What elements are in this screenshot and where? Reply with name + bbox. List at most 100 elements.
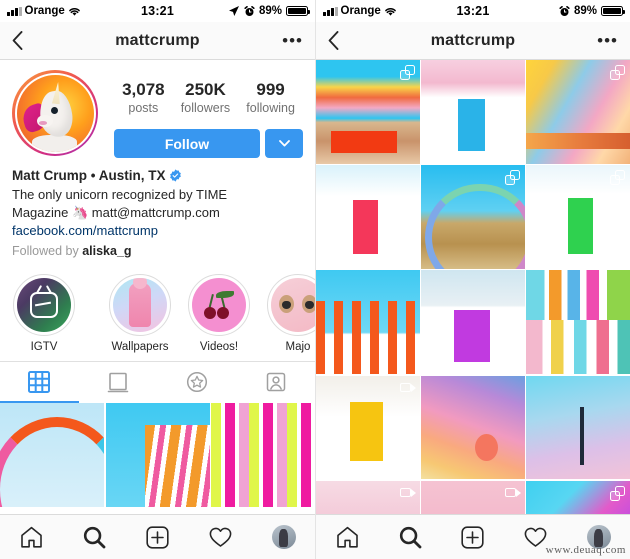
- tab-list[interactable]: [79, 362, 158, 403]
- nav-bar: mattcrump •••: [316, 22, 630, 60]
- back-button[interactable]: [12, 31, 38, 50]
- igtv-icon: [30, 291, 58, 318]
- grid-cell[interactable]: [526, 375, 630, 480]
- status-bar-left: Orange: [7, 5, 141, 17]
- stat-followers[interactable]: 250K followers: [181, 80, 230, 116]
- wifi-icon: [68, 7, 80, 16]
- followed-by-user[interactable]: aliska_g: [82, 244, 131, 258]
- highlight-major[interactable]: Majo: [267, 273, 315, 353]
- back-button[interactable]: [328, 31, 354, 50]
- page-title: mattcrump: [430, 31, 516, 49]
- grid-cell[interactable]: [316, 165, 420, 269]
- grid-cell[interactable]: [421, 165, 525, 269]
- followed-by-row: Followed by aliska_g: [12, 243, 303, 261]
- grid-cell[interactable]: [0, 402, 104, 507]
- grid-cell[interactable]: [526, 165, 630, 269]
- status-bar: Orange 13:21 89%: [0, 0, 315, 22]
- carousel-icon: [609, 485, 625, 501]
- stat-posts[interactable]: 3,078 posts: [122, 80, 165, 116]
- chevron-left-icon: [328, 31, 339, 50]
- post-thumbnail: [421, 270, 525, 375]
- grid-cell[interactable]: [105, 402, 210, 507]
- highlight-label: Videos!: [199, 340, 239, 353]
- highlight-ring: [267, 273, 315, 336]
- tab-profile[interactable]: [262, 515, 306, 559]
- grid-cell[interactable]: [421, 270, 525, 375]
- post-thumbnail: [526, 375, 630, 480]
- battery-percent-label: 89%: [573, 5, 598, 17]
- highlight-ring: [109, 273, 171, 336]
- video-icon: [504, 486, 521, 501]
- grid-cell[interactable]: [316, 375, 420, 480]
- person-tag-icon: [266, 372, 285, 392]
- grid-cell[interactable]: [526, 270, 630, 375]
- followed-by-prefix: Followed by: [12, 244, 83, 258]
- highlight-cover: [192, 277, 246, 332]
- suggestions-dropdown-button[interactable]: [265, 129, 303, 158]
- post-thumbnail: [316, 165, 420, 269]
- highlight-videos[interactable]: Videos!: [188, 273, 250, 353]
- post-thumbnail: [421, 60, 525, 164]
- tab-search[interactable]: [388, 515, 432, 559]
- tab-search[interactable]: [73, 515, 117, 559]
- avatar-image: [14, 72, 96, 154]
- tab-activity[interactable]: [514, 515, 558, 559]
- tab-tagged[interactable]: [236, 362, 315, 403]
- tab-saved[interactable]: [158, 362, 237, 403]
- carousel-icon: [504, 170, 520, 186]
- location-arrow-icon: [228, 6, 239, 16]
- following-label: following: [246, 101, 295, 115]
- clock-label: 13:21: [456, 4, 490, 18]
- highlight-wallpapers[interactable]: Wallpapers: [109, 273, 171, 353]
- follow-button[interactable]: Follow: [114, 129, 260, 158]
- grid-cell[interactable]: [316, 270, 420, 375]
- tab-grid[interactable]: [0, 362, 79, 403]
- grid-cell[interactable]: [421, 375, 525, 480]
- plus-box-icon: [461, 525, 485, 549]
- more-options-button[interactable]: •••: [592, 32, 618, 49]
- grid-cell[interactable]: [526, 60, 630, 164]
- posts-count: 3,078: [122, 80, 165, 99]
- igtv-antenna-icon: [37, 285, 51, 293]
- photo-grid-left: [0, 402, 315, 507]
- tab-activity[interactable]: [199, 515, 243, 559]
- bottom-tab-bar: [0, 514, 315, 559]
- search-icon: [399, 526, 422, 548]
- highlight-cover: [271, 277, 315, 332]
- profile-name-row: Matt Crump • Austin, TX: [12, 167, 303, 185]
- grid-cell[interactable]: [316, 60, 420, 164]
- bottom-tab-bar: [316, 514, 630, 559]
- avatar-icon: [586, 525, 611, 549]
- grid-cell[interactable]: [211, 402, 315, 507]
- unicorn-body: [31, 134, 77, 152]
- highlight-igtv[interactable]: IGTV: [13, 273, 75, 353]
- profile-website-link[interactable]: facebook.com/mattcrump: [12, 222, 303, 240]
- wallpaper-figure-icon: [129, 282, 151, 327]
- tab-home[interactable]: [10, 515, 54, 559]
- carrier-label: Orange: [24, 5, 65, 17]
- tab-create[interactable]: [451, 515, 495, 559]
- highlight-cover: [17, 277, 71, 332]
- action-button-row: Follow: [114, 129, 303, 158]
- avatar[interactable]: [12, 70, 98, 156]
- post-thumbnail: [211, 402, 315, 507]
- tab-profile[interactable]: [577, 515, 621, 559]
- alarm-clock-icon: [559, 5, 570, 16]
- right-phone-screen: Orange 13:21 89% mattcrump ••• www.deuaq…: [315, 0, 630, 559]
- tab-home[interactable]: [325, 515, 369, 559]
- carousel-icon: [399, 65, 415, 80]
- avatar-icon: [271, 525, 296, 549]
- grid-cell[interactable]: [421, 60, 525, 164]
- more-options-button[interactable]: •••: [277, 32, 303, 49]
- chevron-left-icon: [12, 31, 23, 50]
- verified-badge-icon: [170, 169, 182, 182]
- status-bar: Orange 13:21 89%: [316, 0, 630, 22]
- signal-bars-icon: [323, 6, 338, 16]
- post-thumbnail: [421, 375, 525, 480]
- profile-tabs: [0, 360, 315, 403]
- nav-bar: mattcrump •••: [0, 22, 315, 60]
- clock-label: 13:21: [141, 4, 174, 18]
- stat-following[interactable]: 999 following: [246, 80, 295, 116]
- tab-create[interactable]: [136, 515, 180, 559]
- alarm-clock-icon: [244, 5, 255, 16]
